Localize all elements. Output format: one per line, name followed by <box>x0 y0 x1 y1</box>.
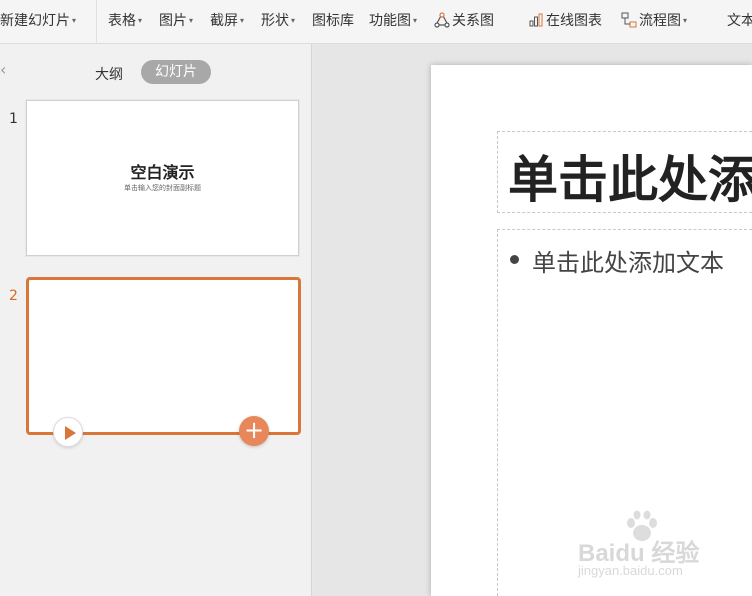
table-button[interactable]: 表格 ▾ <box>108 10 142 30</box>
icon-library-button[interactable]: 图标库 <box>312 10 354 30</box>
slide-number: 1 <box>9 111 18 127</box>
add-slide-button[interactable]: + <box>239 416 269 446</box>
slide-number: 2 <box>9 288 18 304</box>
watermark-url: jingyan.baidu.com <box>578 563 683 578</box>
chevron-down-icon: ▾ <box>683 15 688 25</box>
slide-thumbnail-1[interactable]: 空白演示 单击输入您的封面副标题 <box>26 100 299 256</box>
picture-button[interactable]: 图片 ▾ <box>159 10 193 30</box>
icon-library-label: 图标库 <box>312 13 354 29</box>
online-chart-button[interactable]: 在线图表 <box>528 10 602 30</box>
title-placeholder-text: 单击此处添加标题 <box>508 151 752 209</box>
chevron-down-icon: ▾ <box>413 15 418 25</box>
thumbnail-subtitle: 单击输入您的封面副标题 <box>124 184 201 192</box>
chevron-down-icon: ▾ <box>291 15 296 25</box>
ribbon-toolbar: 新建幻灯片 ▾ 表格 ▾ 图片 ▾ 截屏 ▾ 形状 ▾ 图标库 功能图 ▾ 关系… <box>0 0 752 44</box>
body-placeholder-text: 单击此处添加文本 <box>532 249 724 277</box>
play-slideshow-button[interactable] <box>53 417 83 447</box>
function-diagram-button[interactable]: 功能图 ▾ <box>369 10 417 30</box>
screenshot-label: 截屏 <box>210 13 238 29</box>
chevron-down-icon: ▾ <box>189 15 194 25</box>
picture-label: 图片 <box>159 13 187 29</box>
relation-diagram-button[interactable]: 关系图 <box>434 10 494 30</box>
new-slide-label: 新建幻灯片 <box>0 13 70 29</box>
function-diagram-label: 功能图 <box>369 13 411 29</box>
baidu-watermark: Baidu 经验 jingyan.baidu.com <box>578 510 718 583</box>
flowchart-button[interactable]: 流程图 ▾ <box>621 10 687 30</box>
title-placeholder[interactable]: 单击此处添加标题 <box>497 131 752 213</box>
textbox-button[interactable]: 文本 <box>727 10 752 30</box>
textbox-label: 文本 <box>727 13 752 29</box>
screenshot-button[interactable]: 截屏 ▾ <box>210 10 244 30</box>
chevron-down-icon: ▾ <box>240 15 245 25</box>
slides-pane: ‹ 大纲 幻灯片 1 空白演示 单击输入您的封面副标题 2 + <box>0 44 312 596</box>
thumbnail-title: 空白演示 <box>130 163 195 182</box>
chevron-down-icon: ▾ <box>72 15 77 25</box>
collapse-pane-icon[interactable]: ‹ <box>0 60 6 79</box>
chart-icon <box>529 13 543 27</box>
online-chart-label: 在线图表 <box>546 13 602 29</box>
shapes-button[interactable]: 形状 ▾ <box>261 10 295 30</box>
chevron-down-icon: ▾ <box>138 15 143 25</box>
new-slide-button[interactable]: 新建幻灯片 ▾ <box>0 10 76 30</box>
toolbar-divider <box>96 0 97 44</box>
flowchart-icon <box>621 12 637 28</box>
shapes-label: 形状 <box>261 13 289 29</box>
tab-slides[interactable]: 幻灯片 <box>141 60 211 84</box>
slide-thumbnail-2[interactable] <box>26 277 301 435</box>
relation-diagram-label: 关系图 <box>452 13 494 29</box>
flowchart-label: 流程图 <box>639 13 681 29</box>
tab-outline[interactable]: 大纲 <box>95 64 123 84</box>
bullet-icon <box>510 255 519 264</box>
relation-icon <box>434 12 450 28</box>
table-label: 表格 <box>108 13 136 29</box>
